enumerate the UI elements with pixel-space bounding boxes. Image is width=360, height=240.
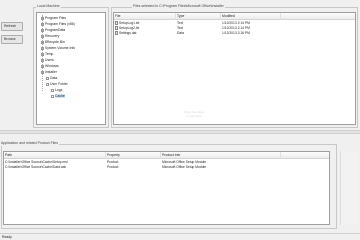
tree-item[interactable]: Cache — [51, 93, 65, 99]
file-icon — [115, 21, 118, 25]
file-name: Settings.dat — [119, 31, 137, 35]
tree-item-label: Logs — [55, 88, 63, 92]
expand-toggle-icon[interactable] — [51, 94, 54, 98]
expand-toggle-icon[interactable] — [51, 88, 54, 92]
panel-splitter[interactable] — [0, 130, 360, 134]
refresh-button[interactable]: Refresh — [1, 22, 23, 31]
tree-item-label: Users — [45, 58, 54, 62]
expand-toggle-icon[interactable] — [41, 34, 44, 38]
drop-hint-line-2: to add them — [186, 114, 202, 118]
status-text: Ready — [2, 235, 12, 239]
tree-item-label: Program Files (x86) — [45, 22, 75, 26]
files-legend: Files selected in C:\Program Files\Micro… — [132, 4, 225, 9]
tree-item-label: Windows — [45, 64, 59, 68]
tree-item-label: Cache — [55, 94, 65, 98]
tree-item-label: System Volume Info — [45, 46, 76, 50]
tree-item-label: ProgramData — [45, 28, 66, 32]
result-property: Product — [107, 165, 119, 169]
result-row[interactable]: C:\Installer\Office Source\Cache\Data.ca… — [5, 165, 328, 170]
expand-toggle-icon[interactable] — [46, 82, 49, 86]
tree-item-label: $Recycle.Bin — [45, 40, 65, 44]
file-icon — [115, 31, 118, 35]
results-side-panel — [340, 151, 358, 225]
drop-hint: Drag files here to add them — [174, 110, 214, 118]
column-header-modified[interactable]: Modified — [221, 13, 281, 20]
file-row[interactable]: Settings.dat Data 1/12/2013 2:16 PM — [115, 31, 354, 36]
expand-toggle-icon[interactable] — [41, 16, 44, 20]
column-header-path[interactable]: Path — [4, 152, 106, 159]
folder-tree[interactable]: Program Files Program Files (x86) ProgramD… — [36, 12, 106, 125]
status-bar: Ready — [0, 233, 360, 240]
expand-toggle-icon[interactable] — [41, 28, 44, 32]
tree-item-label: Recovery — [45, 34, 60, 38]
column-header-product-info[interactable]: Product Info — [161, 152, 281, 159]
expand-toggle-icon[interactable] — [41, 22, 44, 26]
tree-legend: Local Machine — [36, 4, 61, 9]
expand-toggle-icon[interactable] — [41, 58, 44, 62]
file-name: SetupLog1.txt — [119, 21, 140, 25]
file-modified: 1/12/2013 2:16 PM — [222, 31, 250, 35]
expand-toggle-icon[interactable] — [41, 70, 44, 74]
result-path: C:\Installer\Office Source\Cache\Data.ca… — [5, 165, 67, 169]
browse-button[interactable]: Browse — [1, 35, 23, 44]
column-header-file[interactable]: File — [114, 13, 176, 20]
tree-item-label: Data — [50, 76, 58, 80]
file-type: Data — [177, 31, 184, 35]
expand-toggle-icon[interactable] — [41, 64, 44, 68]
result-info: Microsoft Office Setup Module — [162, 165, 207, 169]
tree-item-label: User Folder — [50, 82, 68, 86]
expand-toggle-icon[interactable] — [46, 76, 49, 80]
expand-toggle-icon[interactable] — [41, 52, 44, 56]
expand-toggle-icon[interactable] — [41, 40, 44, 44]
file-name: SetupLog2.txt — [119, 26, 140, 30]
results-list-header: Path Property Product Info — [4, 152, 329, 159]
tree-item-label: Program Files — [45, 16, 67, 20]
results-list[interactable]: Path Property Product Info C:\Installer\… — [3, 151, 330, 225]
tree-item-label: Installer — [45, 70, 57, 74]
files-list[interactable]: File Type Modified SetupLog1.txt Text 1/12… — [113, 12, 356, 125]
column-header-property[interactable]: Property — [106, 152, 161, 159]
file-icon — [115, 26, 118, 30]
file-name-cell: Settings.dat — [115, 31, 175, 36]
tree-item-label: Temp — [45, 52, 54, 56]
expand-toggle-icon[interactable] — [41, 46, 44, 50]
column-header-type[interactable]: Type — [176, 13, 221, 20]
files-list-header: File Type Modified — [114, 13, 355, 20]
results-legend: Application and related Product Files — [0, 141, 60, 146]
